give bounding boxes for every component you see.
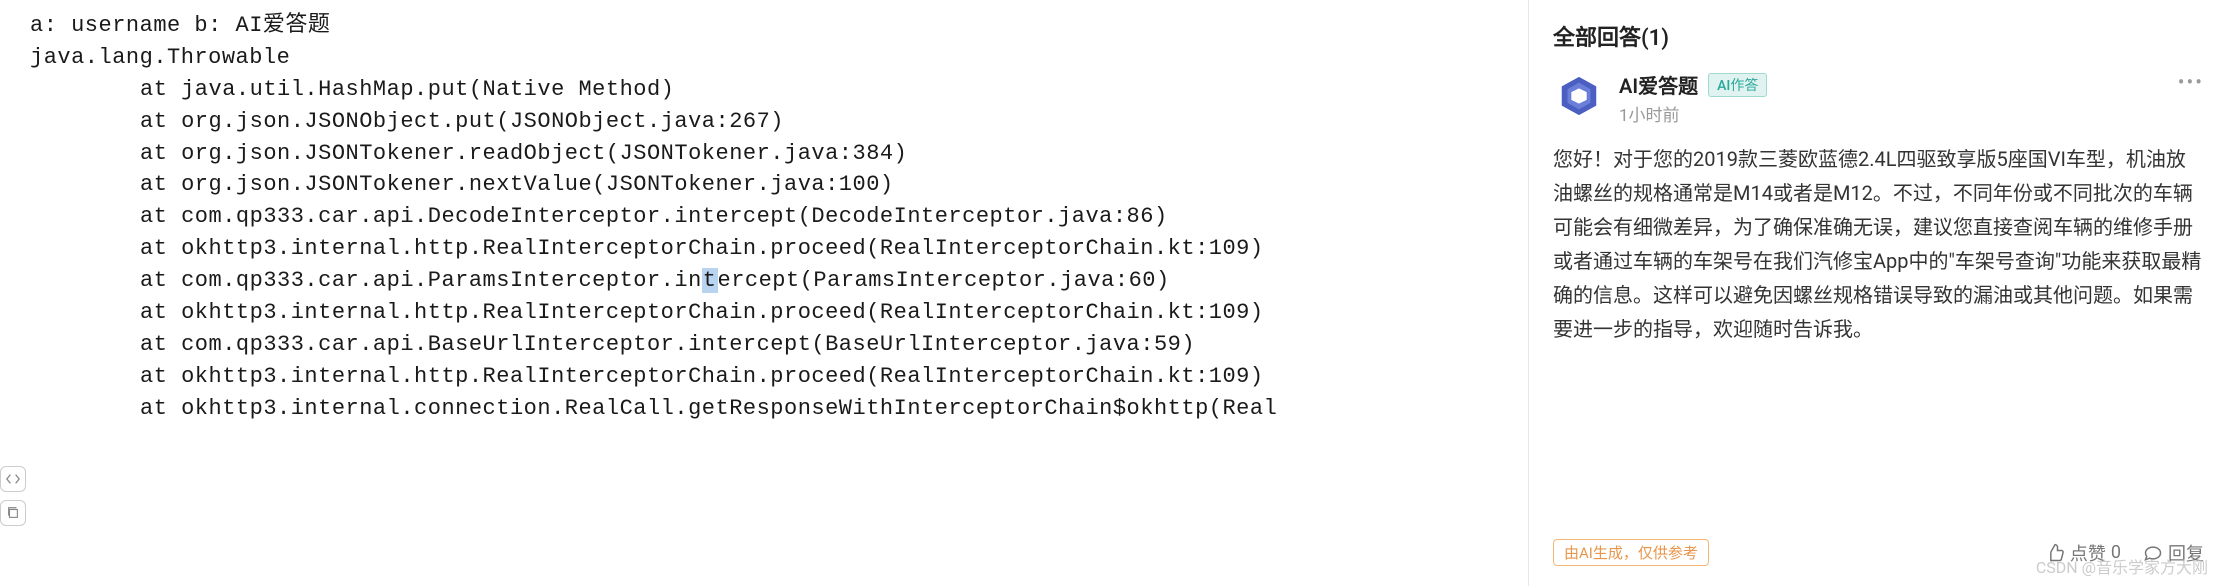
author-row: AI爱答题 AI作答 [1619,70,2164,99]
avatar[interactable] [1553,70,1605,122]
code-line: at okhttp3.internal.http.RealInterceptor… [30,297,1528,329]
code-line: at okhttp3.internal.http.RealInterceptor… [30,361,1528,393]
code-line: java.lang.Throwable [30,42,1528,74]
left-toolbar [0,466,26,526]
avatar-icon [1556,73,1602,119]
code-line: at org.json.JSONTokener.readObject(JSONT… [30,138,1528,170]
watermark: CSDN @音乐学家方大刚 [2036,554,2208,578]
ai-disclaimer: 由AI生成，仅供参考 [1553,539,1709,566]
code-line: at java.util.HashMap.put(Native Method) [30,74,1528,106]
code-panel: a: username b: AI爱答题 java.lang.Throwable… [0,0,1528,586]
answer-body: 您好！对于您的2019款三菱欧蓝德2.4L四驱致享版5座国VI车型，机油放油螺丝… [1553,142,2204,346]
code-text: at com.qp333.car.api.ParamsInterceptor.i… [140,268,702,293]
text-selection: t [702,268,718,293]
answer-header: AI爱答题 AI作答 1小时前 ••• [1553,70,2204,126]
code-line-highlight: at com.qp333.car.api.ParamsInterceptor.i… [30,265,1528,297]
code-text: ercept(ParamsInterceptor.java:60) [718,268,1170,293]
code-line: a: username b: AI爱答题 [30,10,1528,42]
answer-meta: AI爱答题 AI作答 1小时前 [1619,70,2164,126]
answers-title: 全部回答(1) [1553,20,2204,52]
more-button[interactable]: ••• [2178,70,2204,94]
answers-panel: 全部回答(1) AI爱答题 AI作答 1小时前 ••• 您好！对于您的2019款… [1528,0,2228,586]
toolbar-button-1[interactable] [0,466,26,492]
code-line: at okhttp3.internal.http.RealInterceptor… [30,233,1528,265]
code-line: at com.qp333.car.api.BaseUrlInterceptor.… [30,329,1528,361]
code-line: at com.qp333.car.api.DecodeInterceptor.i… [30,201,1528,233]
code-line: at org.json.JSONTokener.nextValue(JSONTo… [30,169,1528,201]
ai-badge: AI作答 [1708,73,1767,97]
copy-icon [6,506,20,520]
toolbar-button-2[interactable] [0,500,26,526]
author-name[interactable]: AI爱答题 [1619,70,1698,99]
timestamp: 1小时前 [1619,101,2164,126]
code-line: at org.json.JSONObject.put(JSONObject.ja… [30,106,1528,138]
code-icon [6,472,20,486]
code-line: at okhttp3.internal.connection.RealCall.… [30,393,1528,425]
